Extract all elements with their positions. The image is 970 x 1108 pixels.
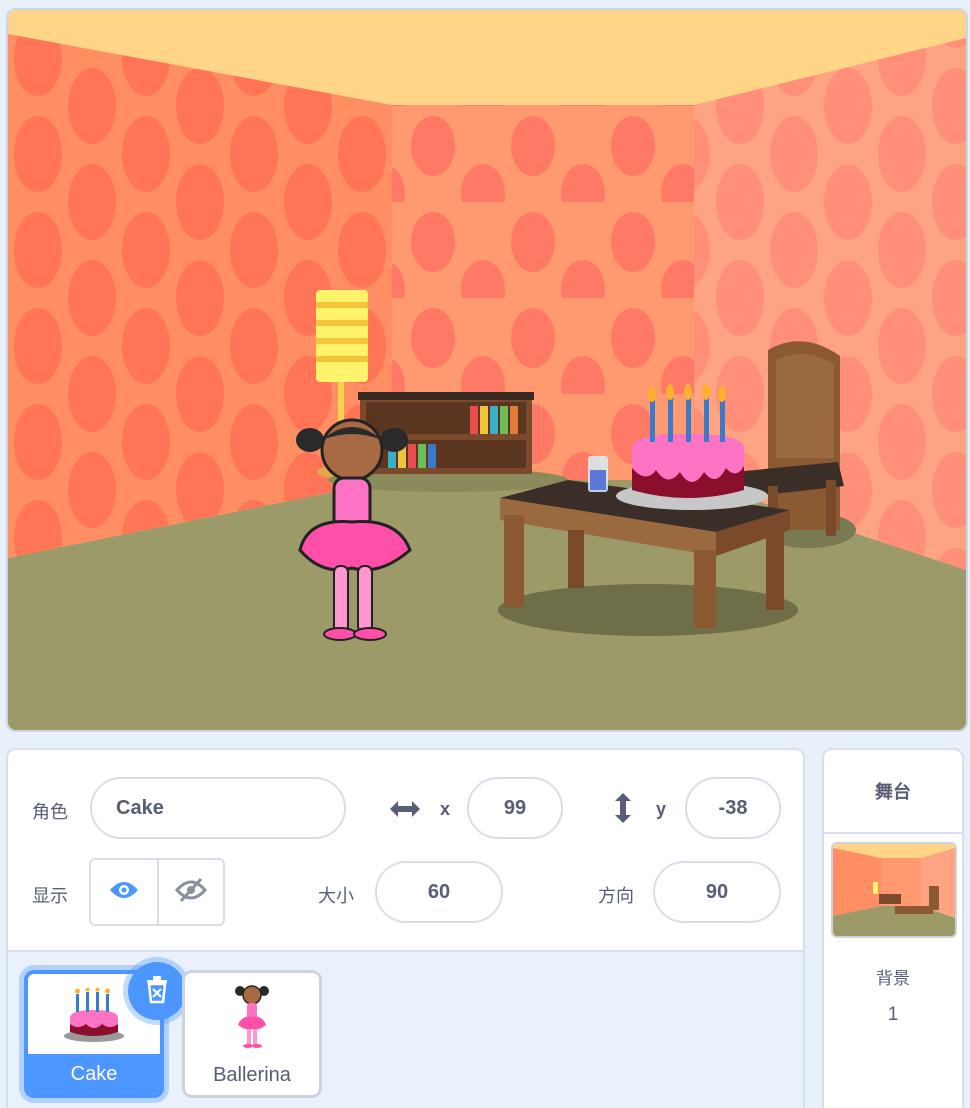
sprite-properties: 角色 Cake x 99 y -38 显示 大小 60 方向 90 bbox=[8, 750, 803, 952]
ballerina-thumbnail-icon bbox=[185, 973, 319, 1057]
y-axis-label: y bbox=[656, 799, 667, 819]
sprite-info-panel: 角色 Cake x 99 y -38 显示 大小 60 方向 90 Cake B… bbox=[6, 748, 805, 1108]
trash-icon bbox=[144, 974, 170, 1009]
backdrop-count: 1 bbox=[887, 1004, 899, 1025]
stage-thumbnail[interactable] bbox=[831, 842, 957, 938]
show-label: 显示 bbox=[32, 886, 68, 907]
show-button[interactable] bbox=[91, 860, 157, 924]
eye-icon bbox=[109, 880, 139, 905]
stage-selector[interactable]: 舞台 背景 1 bbox=[822, 748, 964, 1108]
direction-label: 方向 bbox=[598, 886, 634, 907]
delete-sprite-button[interactable] bbox=[128, 962, 186, 1020]
hide-button[interactable] bbox=[157, 860, 223, 924]
x-position-input[interactable]: 99 bbox=[467, 777, 563, 839]
eye-slash-icon bbox=[175, 877, 207, 908]
glass bbox=[588, 456, 608, 492]
scratch-editor: 角色 Cake x 99 y -38 显示 大小 60 方向 90 Cake B… bbox=[0, 0, 970, 1108]
sprite-label: 角色 bbox=[32, 802, 68, 823]
direction-input[interactable]: 90 bbox=[653, 861, 781, 923]
y-position-input[interactable]: -38 bbox=[685, 777, 781, 839]
sprite-list: Cake Ballerina bbox=[8, 954, 803, 1108]
visibility-toggle bbox=[89, 858, 225, 926]
stage-title: 舞台 bbox=[824, 750, 962, 834]
size-input[interactable]: 60 bbox=[375, 861, 503, 923]
sprite-tile-ballerina[interactable]: Ballerina bbox=[182, 970, 322, 1098]
sprite-name-input[interactable]: Cake bbox=[90, 777, 346, 839]
backdrop-label: 背景 bbox=[876, 969, 910, 989]
vertical-arrows-icon bbox=[613, 791, 633, 830]
sprite-name-cake: Cake bbox=[28, 1054, 160, 1094]
x-axis-label: x bbox=[440, 799, 451, 819]
stage-canvas[interactable] bbox=[6, 8, 968, 732]
horizontal-arrows-icon bbox=[388, 798, 422, 825]
sprite-name-ballerina: Ballerina bbox=[213, 1063, 291, 1086]
size-label: 大小 bbox=[318, 886, 354, 907]
